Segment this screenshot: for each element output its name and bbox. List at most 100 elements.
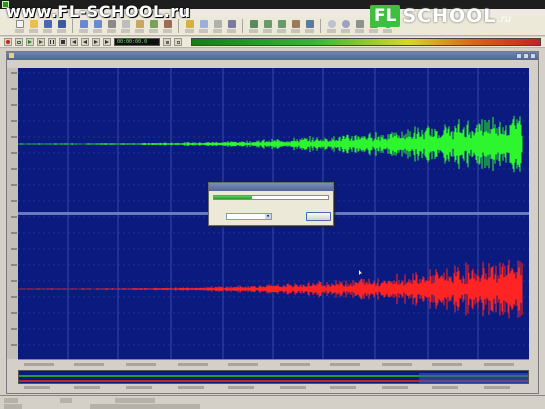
edit-tool-button[interactable] (226, 19, 237, 34)
logo-ru: .ru (497, 13, 512, 25)
eq-icon (305, 19, 314, 28)
cancel-button[interactable] (306, 212, 331, 221)
grid-icon (176, 40, 180, 44)
priority-select[interactable]: ▼ (226, 213, 272, 220)
go-to-end-icon (105, 40, 109, 44)
time-tick-label (382, 363, 412, 366)
normalize-icon (249, 19, 258, 28)
time-tick-label (228, 363, 258, 366)
amplitude-tick (11, 232, 17, 234)
normalize-button[interactable] (248, 19, 259, 34)
loop-button[interactable] (15, 38, 23, 46)
record-tool-button[interactable] (354, 19, 365, 34)
status-item-3 (115, 398, 155, 403)
go-to-end-button[interactable] (103, 38, 111, 46)
go-to-start-button[interactable] (70, 38, 78, 46)
amplitude-tick (11, 136, 17, 138)
record-icon (6, 40, 10, 44)
overview-tick-label (24, 386, 50, 389)
progress-fill (214, 196, 252, 199)
logo-fl: FL (370, 5, 401, 27)
sound-forge-app: www.FL-SCHOOL.ru FL SCHOOL .ru 00:00:00.… (0, 0, 545, 409)
level-meter (191, 38, 541, 46)
amplitude-tick (11, 328, 17, 330)
fast-forward-icon (94, 40, 98, 44)
overview-tick-label (228, 386, 254, 389)
extract-icon (341, 19, 350, 28)
amplitude-tick (11, 88, 17, 90)
fade-in-button[interactable] (262, 19, 273, 34)
time-tick-label (280, 363, 310, 366)
amplitude-tick (11, 344, 17, 346)
pause-button[interactable] (48, 38, 56, 46)
minimize-button[interactable] (516, 53, 522, 59)
burn-cd-button[interactable] (326, 19, 337, 34)
amplitude-tick (11, 280, 17, 282)
amplitude-tick (11, 312, 17, 314)
transport-toolbar: 00:00:00.0 (0, 37, 545, 48)
stop-button[interactable] (59, 38, 67, 46)
amplitude-ruler (7, 68, 18, 359)
stop-icon (61, 40, 65, 44)
extract-audio-button[interactable] (340, 19, 351, 34)
progress-bar (213, 195, 329, 200)
envelope-icon (213, 19, 222, 28)
edit-icon (227, 19, 236, 28)
status-bar (0, 395, 545, 409)
overview-tick-label (126, 386, 152, 389)
play-icon (28, 40, 32, 44)
overview-tick-label (74, 386, 100, 389)
watermark-url: www.FL-SCHOOL.ru (6, 2, 191, 21)
right-channel-waveform (18, 259, 523, 319)
snap-icon (165, 40, 169, 44)
envelope-tool-button[interactable] (212, 19, 223, 34)
document-title-bar[interactable] (7, 52, 538, 60)
grid-button[interactable] (174, 38, 182, 46)
fade-out-button[interactable] (276, 19, 287, 34)
record-button[interactable] (4, 38, 12, 46)
time-tick-label (432, 363, 462, 366)
maximize-button[interactable] (523, 53, 529, 59)
amplitude-tick (11, 168, 17, 170)
amplitude-tick (11, 120, 17, 122)
reverse-button[interactable] (290, 19, 301, 34)
status-item-1 (4, 398, 18, 403)
snap-button[interactable] (163, 38, 171, 46)
close-button[interactable] (530, 53, 536, 59)
amplitude-tick (11, 184, 17, 186)
time-tick-label (74, 363, 104, 366)
time-display: 00:00:00.0 (114, 38, 160, 46)
document-icon (9, 53, 14, 58)
overview-tick-label (330, 386, 356, 389)
play-button[interactable] (26, 38, 34, 46)
magnify-tool-button[interactable] (198, 19, 209, 34)
overview-tick-label (432, 386, 458, 389)
overview-tick-label (382, 386, 408, 389)
time-tick-label (24, 363, 54, 366)
cd-icon (327, 19, 336, 28)
status-item-4 (4, 404, 22, 409)
overview-bar[interactable] (18, 370, 529, 384)
reverse-icon (291, 19, 300, 28)
status-item-2 (60, 398, 72, 403)
time-tick-label (178, 363, 208, 366)
microphone-icon (355, 19, 364, 28)
amplitude-tick (11, 248, 17, 250)
time-tick-label (484, 363, 514, 366)
amplitude-tick (11, 104, 17, 106)
play-all-button[interactable] (37, 38, 45, 46)
processing-dialog: ▼ (208, 182, 334, 226)
play-all-icon (39, 40, 43, 44)
rewind-button[interactable] (81, 38, 89, 46)
eq-button[interactable] (304, 19, 315, 34)
amplitude-tick (11, 152, 17, 154)
time-tick-label (330, 363, 360, 366)
amplitude-tick (11, 72, 17, 74)
fast-forward-button[interactable] (92, 38, 100, 46)
pause-icon (50, 40, 54, 44)
amplitude-tick (11, 200, 17, 202)
overview-ruler (18, 384, 529, 392)
chevron-down-icon: ▼ (265, 214, 271, 219)
rewind-icon (83, 40, 87, 44)
amplitude-tick (11, 264, 17, 266)
